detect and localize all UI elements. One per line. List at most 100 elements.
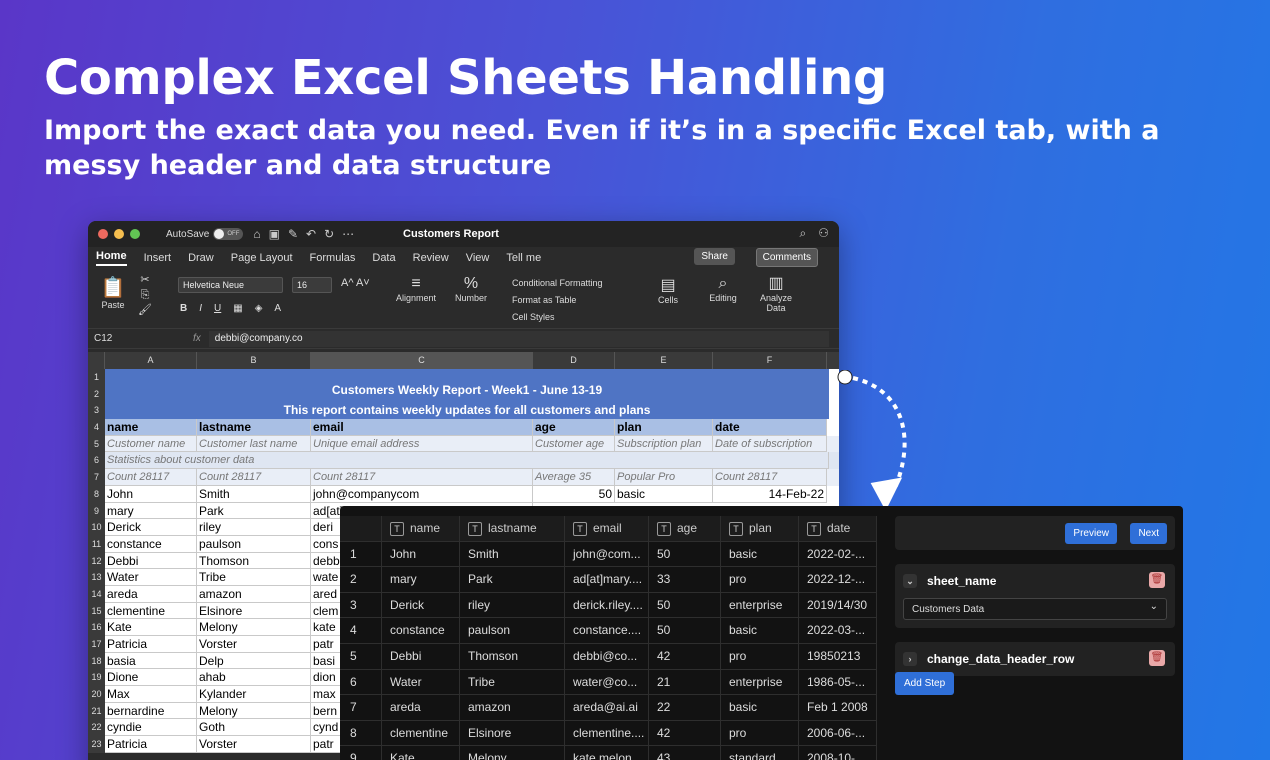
data-cell[interactable]: clementine <box>105 602 197 620</box>
description-cell[interactable]: Customer age <box>533 435 615 453</box>
share-people-icon[interactable]: ⚇ <box>818 226 829 241</box>
analyze-data-button[interactable]: ▥ Analyze Data <box>756 273 796 313</box>
col-d[interactable]: D <box>533 352 615 369</box>
data-cell[interactable]: Kate <box>105 619 197 636</box>
share-button[interactable]: Share <box>694 248 735 265</box>
table-cell[interactable]: basic <box>721 618 799 643</box>
table-cell[interactable]: paulson <box>460 618 565 643</box>
table-cell[interactable]: mary <box>382 567 460 592</box>
header-cell[interactable]: plan <box>615 419 713 436</box>
table-row[interactable]: 8 clementine Elsinore clementine.... 42 pro 20… <box>340 720 877 747</box>
table-row[interactable]: 5 Debbi Thomson debbi@co... 42 pro 19850213 <box>340 643 877 670</box>
table-cell[interactable]: Derick <box>382 592 460 618</box>
stat-cell[interactable]: Count 28117 <box>311 469 533 486</box>
data-cell[interactable]: Tribe <box>197 569 311 586</box>
tab-tell-me[interactable]: Tell me <box>506 252 541 264</box>
edit-icon[interactable]: ✎ <box>288 227 298 241</box>
table-row[interactable]: 3 Derick riley derick.riley.... 50 enterprise… <box>340 592 877 619</box>
table-row[interactable]: 4 constance paulson constance.... 50 basic 202… <box>340 618 877 644</box>
search-icon[interactable]: ⌕ <box>800 226 807 241</box>
table-cell[interactable]: 22 <box>649 695 721 720</box>
font-grow-shrink[interactable]: A^ A˅ <box>341 277 370 289</box>
data-cell[interactable]: mary <box>105 502 197 520</box>
stats-label-cell[interactable]: Statistics about customer data <box>105 452 829 470</box>
data-cell[interactable]: Goth <box>197 719 311 737</box>
table-cell[interactable]: amazon <box>460 695 565 720</box>
data-cell[interactable]: basic <box>615 485 713 503</box>
data-cell[interactable]: 50 <box>533 485 615 503</box>
table-cell[interactable]: areda@ai.ai <box>565 695 649 720</box>
table-cell[interactable]: basic <box>721 695 799 720</box>
table-cell[interactable]: constance.... <box>565 618 649 643</box>
data-cell[interactable]: basia <box>105 652 197 670</box>
data-cell[interactable]: Thomson <box>197 552 311 570</box>
table-cell[interactable]: kate.melon... <box>565 746 649 760</box>
cells-button[interactable]: ▤ Cells <box>648 275 688 305</box>
font-select[interactable]: Helvetica Neue <box>178 277 283 293</box>
table-cell[interactable]: 2008-10-... <box>799 746 877 760</box>
minimize-dot[interactable] <box>114 229 124 239</box>
col-c[interactable]: C <box>311 352 533 369</box>
home-icon[interactable]: ⌂ <box>253 227 260 241</box>
tab-home[interactable]: Home <box>96 250 127 266</box>
description-cell[interactable]: Date of subscription <box>713 435 827 453</box>
tab-view[interactable]: View <box>466 252 490 264</box>
data-cell[interactable]: Kylander <box>197 686 311 703</box>
tab-insert[interactable]: Insert <box>144 252 172 264</box>
table-row[interactable]: 6 Water Tribe water@co... 21 enterprise 1986-0… <box>340 669 877 696</box>
table-cell[interactable]: constance <box>382 618 460 643</box>
table-cell[interactable]: Elsinore <box>460 720 565 746</box>
paste-button[interactable]: 📋 Paste <box>98 275 128 310</box>
col-a[interactable]: A <box>105 352 197 369</box>
bold-icon[interactable]: B <box>180 303 187 314</box>
table-cell[interactable]: pro <box>721 720 799 746</box>
column-header[interactable]: Tage <box>649 516 721 541</box>
stat-cell[interactable]: Count 28117 <box>197 469 311 486</box>
data-cell[interactable]: constance <box>105 535 197 553</box>
cell-styles-button[interactable]: Cell Styles <box>512 309 603 326</box>
data-cell[interactable]: riley <box>197 519 311 536</box>
trash-icon[interactable]: 🗑 <box>1149 650 1165 666</box>
borders-icon[interactable]: ▦ <box>233 303 242 314</box>
number-button[interactable]: % Number <box>450 275 492 303</box>
header-cell[interactable]: email <box>311 419 533 436</box>
data-cell[interactable]: Derick <box>105 519 197 536</box>
header-cell[interactable]: name <box>105 419 197 436</box>
italic-icon[interactable]: I <box>199 303 202 314</box>
table-cell[interactable]: 2022-12-... <box>799 567 877 592</box>
table-cell[interactable]: 1986-05-... <box>799 669 877 695</box>
table-cell[interactable]: Debbi <box>382 643 460 669</box>
table-cell[interactable]: clementine.... <box>565 720 649 746</box>
name-box[interactable]: C12 <box>88 333 143 344</box>
table-cell[interactable]: 2019/14/30 <box>799 592 877 618</box>
data-cell[interactable]: Dione <box>105 669 197 687</box>
table-cell[interactable]: ad[at]mary.... <box>565 567 649 592</box>
data-cell[interactable]: Vorster <box>197 736 311 753</box>
data-cell[interactable]: Max <box>105 686 197 703</box>
table-cell[interactable]: Thomson <box>460 643 565 669</box>
data-cell[interactable]: paulson <box>197 535 311 553</box>
table-cell[interactable]: 50 <box>649 541 721 567</box>
underline-icon[interactable]: U <box>214 303 221 314</box>
preview-button[interactable]: Preview <box>1065 523 1117 544</box>
more-icon[interactable]: ⋯ <box>342 227 354 241</box>
stat-cell[interactable]: Count 28117 <box>713 469 827 486</box>
table-cell[interactable]: 42 <box>649 720 721 746</box>
table-cell[interactable]: water@co... <box>565 669 649 695</box>
table-cell[interactable]: john@com... <box>565 541 649 567</box>
data-cell[interactable]: Smith <box>197 485 311 503</box>
description-cell[interactable]: Unique email address <box>311 435 533 453</box>
data-cell[interactable]: Delp <box>197 652 311 670</box>
save-icon[interactable]: ▣ <box>269 227 280 241</box>
tab-review[interactable]: Review <box>413 252 449 264</box>
trash-icon[interactable]: 🗑 <box>1149 572 1165 588</box>
data-cell[interactable]: Debbi <box>105 552 197 570</box>
table-cell[interactable]: derick.riley.... <box>565 592 649 618</box>
table-cell[interactable]: basic <box>721 541 799 567</box>
conditional-formatting-button[interactable]: Conditional Formatting <box>512 275 603 292</box>
header-cell[interactable]: date <box>713 419 827 436</box>
description-cell[interactable]: Customer last name <box>197 435 311 453</box>
autosave-toggle[interactable]: OFF <box>213 228 244 240</box>
table-cell[interactable]: John <box>382 541 460 567</box>
table-cell[interactable]: enterprise <box>721 669 799 695</box>
